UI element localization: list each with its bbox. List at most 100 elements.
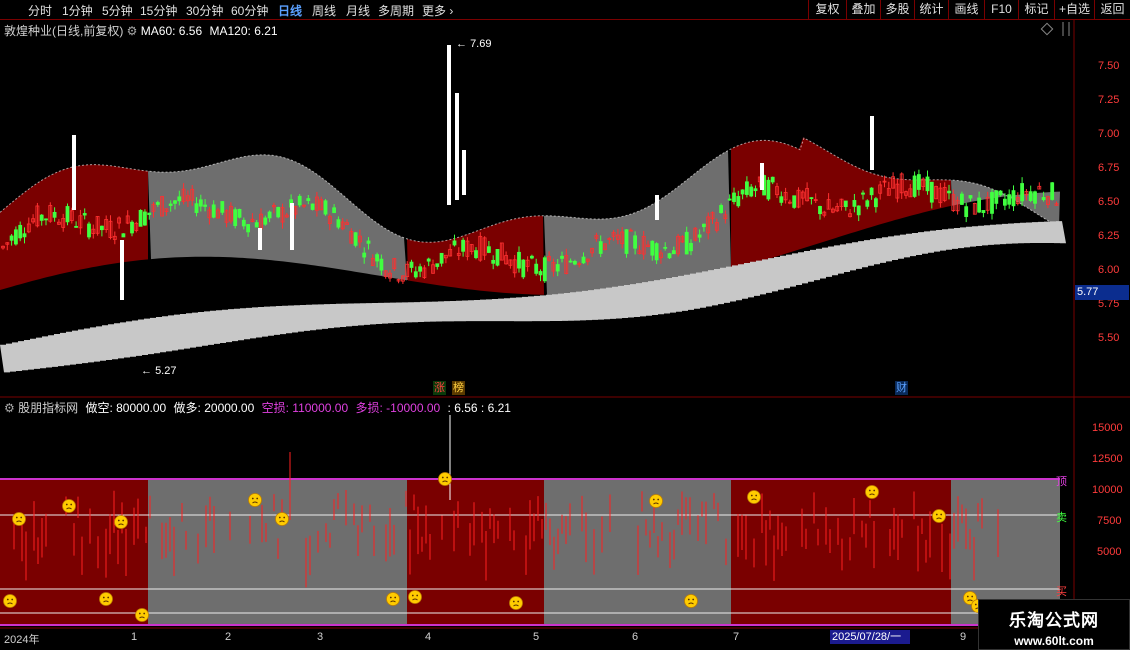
emoji-face-icon: [932, 509, 946, 523]
kline-chart[interactable]: [0, 0, 1130, 650]
candle-body: [203, 204, 208, 207]
candle-body: [521, 259, 526, 278]
candle-body: [413, 271, 418, 278]
date-label: 3: [317, 631, 324, 643]
high-price-label: ← 7.69: [456, 38, 492, 50]
date-label: 1: [131, 631, 138, 643]
emoji-eye: [873, 489, 876, 492]
emoji-eye: [283, 516, 286, 519]
candle-body: [689, 242, 693, 252]
emoji-face-icon: [99, 592, 113, 606]
emoji-eye: [750, 494, 753, 497]
candle-body: [581, 256, 586, 264]
emoji-eye: [657, 498, 660, 501]
candle-body: [1033, 191, 1037, 204]
candle-body: [155, 202, 160, 205]
indicator-panel: [0, 415, 1060, 626]
candle-body: [375, 254, 380, 262]
candle-body: [964, 206, 969, 217]
emoji-eye: [6, 598, 9, 601]
event-tag-finance[interactable]: 财: [895, 381, 908, 395]
emoji-eye: [394, 596, 397, 599]
ma120-label: MA120: 6.21: [209, 24, 278, 38]
candle-body: [779, 196, 784, 203]
spike-bar: [760, 163, 764, 190]
emoji-eye: [251, 497, 254, 500]
emoji-eye: [971, 595, 974, 598]
candle-body: [555, 264, 560, 272]
candle-body: [418, 266, 423, 272]
settings-icon[interactable]: ⚙: [4, 401, 15, 415]
candle-body: [530, 255, 534, 259]
candle-body: [654, 243, 659, 261]
emoji-eye: [256, 497, 259, 500]
emoji-eye: [122, 519, 125, 522]
candle-body: [100, 225, 104, 231]
candle-body: [766, 179, 771, 200]
indicator-tick: 10000: [1092, 484, 1123, 496]
candle-body: [241, 219, 246, 227]
spike-bar: [655, 195, 659, 220]
main-title-row: 敦煌种业(日线,前复权) ⚙ MA60: 6.56 MA120: 6.21: [4, 22, 278, 39]
candle-body: [177, 196, 182, 202]
emoji-face-icon: [509, 596, 523, 610]
candle-body: [426, 258, 431, 262]
emoji-eye: [446, 476, 449, 479]
candle-body: [474, 250, 478, 259]
candle-body: [297, 195, 302, 206]
spike-bar: [870, 116, 874, 170]
emoji-face-icon: [248, 493, 262, 507]
emoji-face-icon: [248, 493, 262, 507]
date-label: 5: [533, 631, 540, 643]
emoji-face-icon: [747, 490, 761, 504]
date-cursor: 2025/07/28/一: [830, 630, 910, 644]
candle-body: [968, 195, 973, 199]
candle-body: [379, 258, 384, 271]
emoji-eye: [512, 600, 515, 603]
emoji-eye: [70, 503, 73, 506]
candle-body: [332, 207, 337, 214]
candle-body: [542, 257, 547, 282]
price-tick: 7.50: [1098, 60, 1120, 72]
emoji-eye: [65, 503, 68, 506]
emoji-face-icon: [865, 485, 879, 499]
indicator-band: [407, 478, 544, 626]
watermark-url: www.60lt.com: [1014, 634, 1094, 648]
emoji-face-icon: [649, 494, 663, 508]
emoji-face-icon: [684, 594, 698, 608]
candle-body: [719, 205, 723, 213]
band-segment: [148, 154, 407, 281]
long-value: 做多: 20000.00: [173, 401, 255, 415]
stock-title: 敦煌种业(日线,前复权): [4, 24, 124, 38]
candle-body: [276, 206, 281, 218]
candle-body: [538, 271, 543, 276]
event-tag-ranking[interactable]: 榜: [452, 381, 465, 395]
emoji-eye: [517, 600, 520, 603]
signal-bands: [0, 137, 1061, 295]
level-buy-label: 买: [1056, 586, 1067, 598]
emoji-face-icon: [932, 509, 946, 523]
long-loss-value: 多损: -10000.00: [355, 401, 441, 415]
candle-body: [633, 235, 637, 249]
emoji-eye: [755, 494, 758, 497]
candle-body: [929, 181, 934, 203]
emoji-eye: [974, 603, 977, 606]
emoji-face-icon: [12, 512, 26, 526]
emoji-eye: [868, 489, 871, 492]
candle-body: [998, 190, 1003, 196]
emoji-eye: [416, 594, 419, 597]
candle-body: [263, 217, 268, 225]
emoji-face-icon: [747, 490, 761, 504]
emoji-face-icon: [865, 485, 879, 499]
settings-icon[interactable]: ⚙: [127, 24, 138, 38]
event-tag-limit-up[interactable]: 涨: [433, 381, 446, 395]
emoji-eye: [692, 598, 695, 601]
emoji-face-icon: [99, 592, 113, 606]
spike-bar: [462, 150, 466, 195]
emoji-eye: [278, 516, 281, 519]
candle-body: [409, 261, 414, 268]
candle-body: [13, 229, 18, 245]
emoji-face-icon: [275, 512, 289, 526]
emoji-eye: [138, 612, 141, 615]
indicator-tick: 15000: [1092, 422, 1123, 434]
